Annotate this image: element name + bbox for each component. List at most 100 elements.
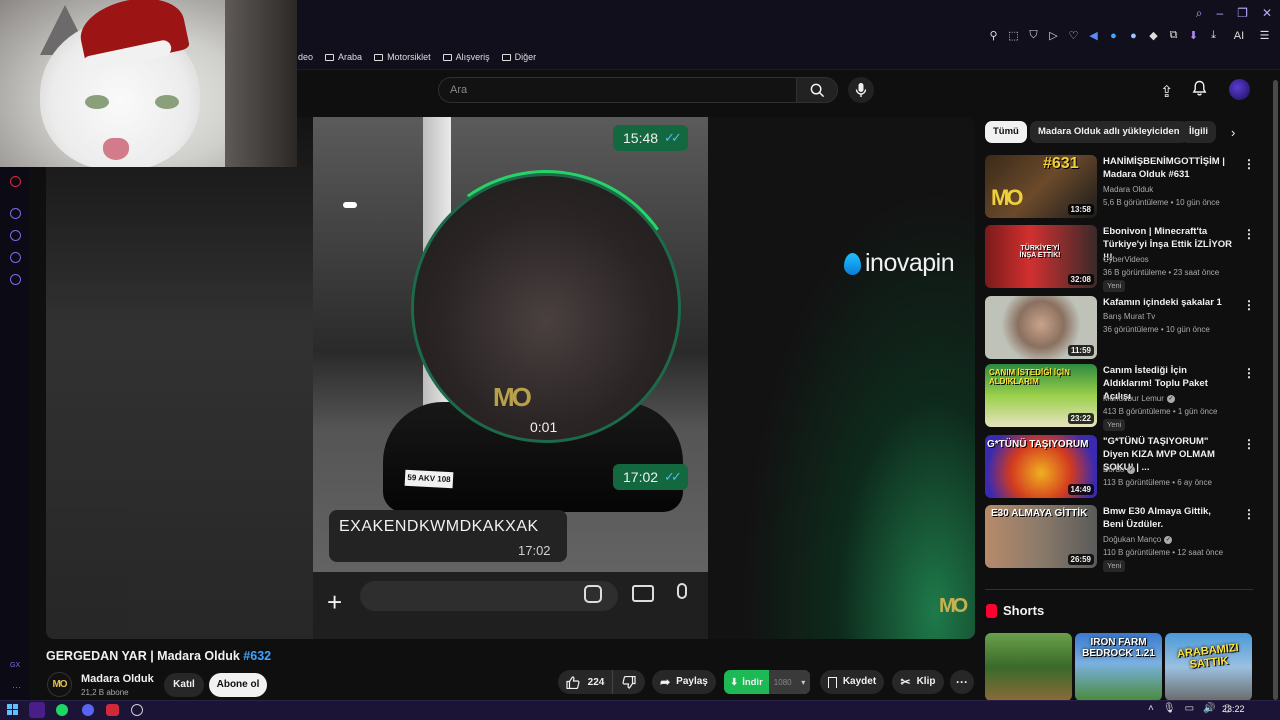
more-vert-icon[interactable]: ⋮ bbox=[1243, 227, 1255, 241]
extension-globe-icon[interactable]: ● bbox=[1108, 30, 1119, 42]
short-thumbnail[interactable] bbox=[985, 633, 1072, 701]
recording-app-taskbar-icon[interactable] bbox=[106, 704, 119, 716]
extensions-sidebar-icon[interactable] bbox=[10, 252, 21, 263]
join-button[interactable]: Katıl bbox=[164, 673, 204, 697]
more-vert-icon[interactable]: ⋮ bbox=[1243, 157, 1255, 171]
more-sidebar-icon[interactable]: ··· bbox=[12, 682, 21, 692]
voice-search-button[interactable] bbox=[848, 77, 874, 103]
bookmark-cut[interactable]: deo bbox=[298, 52, 313, 62]
heart-icon[interactable]: ♡ bbox=[1068, 29, 1079, 42]
channel-avatar[interactable]: MO bbox=[47, 672, 72, 697]
extension-blue-icon[interactable]: ◀ bbox=[1088, 29, 1099, 42]
bookmark-motorsiklet[interactable]: Motorsiklet bbox=[374, 52, 431, 62]
chip-from-uploader[interactable]: Madara Olduk adlı yükleyiciden bbox=[1030, 121, 1188, 143]
play-sidebar-icon[interactable] bbox=[10, 208, 21, 219]
more-vert-icon[interactable]: ⋮ bbox=[1243, 298, 1255, 312]
recommendation-thumbnail[interactable]: G*TÜNÜ TAŞIYORUM 14:49 bbox=[985, 435, 1097, 498]
network-icon[interactable]: ▭ bbox=[1185, 703, 1194, 714]
speaker-icon[interactable]: 🔊 bbox=[1203, 703, 1215, 714]
screenshot-icon[interactable]: ⬚ bbox=[1008, 29, 1019, 42]
like-button[interactable]: 224 bbox=[558, 670, 613, 694]
discord-taskbar-icon[interactable] bbox=[82, 704, 94, 716]
short-thumbnail[interactable]: IRON FARM BEDROCK 1.21 bbox=[1075, 633, 1162, 701]
recommendation-item[interactable]: CANIM İSTEDİĞİ İÇİN ALDIKLARIM 23:22 Can… bbox=[985, 364, 1255, 431]
upload-icon[interactable]: ⇪ bbox=[1160, 82, 1173, 102]
new-badge: Yeni bbox=[1103, 419, 1126, 431]
recommendation-item[interactable]: 11:59 Kafamın içindeki şakalar 1 Barış M… bbox=[985, 296, 1255, 360]
video-player[interactable]: 59 AKV 108 MO 0:01 15:48 ✓✓ 17:02 ✓✓ EXAKE… bbox=[46, 117, 975, 639]
recommendation-channel[interactable]: CyberVideos bbox=[1103, 255, 1149, 264]
recommendation-channel[interactable]: Madara Olduk bbox=[1103, 185, 1153, 194]
ai-sparkle-icon[interactable]: AI bbox=[1228, 30, 1250, 42]
subscribe-button[interactable]: Abone ol bbox=[209, 673, 267, 697]
recommendation-channel[interactable]: Bordo ✓ bbox=[1103, 465, 1136, 474]
bookmark-diger[interactable]: Diğer bbox=[501, 52, 536, 62]
scrollbar-thumb[interactable] bbox=[1273, 80, 1278, 700]
download-quality-select[interactable]: 1080 ▾ bbox=[769, 670, 810, 694]
channel-watermark[interactable]: MO bbox=[939, 595, 968, 618]
recommendation-thumbnail[interactable]: TÜRKİYE'Yİ İNŞA ETTİK! 32:08 bbox=[985, 225, 1097, 288]
chevron-right-icon[interactable]: › bbox=[1231, 125, 1235, 140]
download-label: İndir bbox=[742, 676, 763, 688]
chip-all[interactable]: Tümü bbox=[985, 121, 1027, 143]
spotify-taskbar-icon[interactable] bbox=[56, 704, 68, 716]
recommendation-item[interactable]: G*TÜNÜ TAŞIYORUM 14:49 "G*TÜNÜ TAŞIYORUM… bbox=[985, 435, 1255, 499]
user-avatar[interactable] bbox=[1229, 79, 1250, 100]
obs-taskbar-icon[interactable] bbox=[131, 704, 143, 716]
more-vert-icon[interactable]: ⋮ bbox=[1243, 437, 1255, 451]
search-input[interactable]: Ara bbox=[438, 77, 796, 103]
recommendation-title[interactable]: Kafamın içindeki şakalar 1 bbox=[1103, 296, 1233, 309]
windows-start-icon[interactable] bbox=[7, 704, 18, 715]
close-icon[interactable]: ✕ bbox=[1262, 6, 1272, 21]
recommendation-channel[interactable]: Mendebur Lemur ✓ bbox=[1103, 394, 1175, 403]
gx-icon[interactable]: GX bbox=[10, 662, 20, 669]
opera-gx-taskbar-icon[interactable] bbox=[29, 702, 45, 718]
notifications-bell-icon[interactable] bbox=[1192, 80, 1207, 100]
search-icon[interactable]: ⌕ bbox=[1196, 6, 1203, 21]
recommendation-item[interactable]: MO #631 13:58 HANİMİŞBENİMGOTTİŞİM | Mad… bbox=[985, 155, 1255, 219]
recommendation-thumbnail[interactable]: MO #631 13:58 bbox=[985, 155, 1097, 218]
extension-circle-icon[interactable]: ● bbox=[1128, 30, 1139, 42]
chip-related[interactable]: İlgili bbox=[1181, 121, 1216, 143]
download-icon[interactable]: ⤓ bbox=[1208, 29, 1219, 42]
more-vert-icon[interactable]: ⋮ bbox=[1243, 507, 1255, 521]
search-button[interactable] bbox=[796, 77, 838, 103]
save-button[interactable]: Kaydet bbox=[820, 670, 884, 694]
taskbar-clock[interactable]: 23:22 bbox=[1222, 704, 1245, 714]
recommendation-item[interactable]: TÜRKİYE'Yİ İNŞA ETTİK! 32:08 Ebonivon | … bbox=[985, 225, 1255, 292]
recommendation-thumbnail[interactable]: CANIM İSTEDİĞİ İÇİN ALDIKLARIM 23:22 bbox=[985, 364, 1097, 427]
recommendation-thumbnail[interactable]: E30 ALMAYA GİTTİK 26:59 bbox=[985, 505, 1097, 568]
history-sidebar-icon[interactable] bbox=[10, 230, 21, 241]
youtube-sidebar-icon[interactable] bbox=[10, 176, 21, 187]
dislike-button[interactable] bbox=[613, 670, 645, 694]
bookmark-list: deo Araba Motorsiklet Alışveriş Diğer bbox=[298, 52, 536, 62]
menu-icon[interactable]: ☰ bbox=[1259, 29, 1270, 42]
recommendation-channel[interactable]: Barış Murat Tv bbox=[1103, 312, 1155, 321]
video-title-hashtag[interactable]: #632 bbox=[243, 649, 271, 663]
bookmark-araba[interactable]: Araba bbox=[325, 52, 362, 62]
shield-icon[interactable]: ⛉ bbox=[1028, 29, 1039, 42]
clip-button[interactable]: ✂ Klip bbox=[892, 670, 944, 694]
recommendation-item[interactable]: E30 ALMAYA GİTTİK 26:59 Bmw E30 Almaya G… bbox=[985, 505, 1255, 572]
share-button[interactable]: ➦ Paylaş bbox=[652, 670, 716, 694]
download-button[interactable]: ⬇ İndir bbox=[724, 670, 769, 694]
channel-name[interactable]: Madara Olduk bbox=[81, 673, 154, 685]
restore-icon[interactable]: ❐ bbox=[1237, 6, 1248, 21]
more-actions-button[interactable]: ··· bbox=[950, 670, 974, 694]
pin-icon[interactable]: ⚲ bbox=[988, 29, 999, 42]
puzzle-icon[interactable]: ⧉ bbox=[1168, 29, 1179, 42]
recommendation-channel[interactable]: Doğukan Manço ✓ bbox=[1103, 535, 1173, 544]
recommendation-thumbnail[interactable]: 11:59 bbox=[985, 296, 1097, 359]
recommendation-title[interactable]: Bmw E30 Almaya Gittik, Beni Üzdüler. bbox=[1103, 505, 1233, 531]
settings-sidebar-icon[interactable] bbox=[10, 274, 21, 285]
chevron-up-icon[interactable]: ˄ bbox=[1148, 703, 1154, 714]
extension-diamond-icon[interactable]: ◆ bbox=[1148, 29, 1159, 42]
short-thumbnail[interactable]: ARABAMIZI SATTIK bbox=[1165, 633, 1252, 701]
download-manager-icon[interactable]: ⬇ bbox=[1188, 29, 1199, 42]
play-icon[interactable]: ▷ bbox=[1048, 29, 1059, 42]
more-vert-icon[interactable]: ⋮ bbox=[1243, 366, 1255, 380]
minimize-icon[interactable]: – bbox=[1216, 6, 1223, 21]
recommendation-title[interactable]: HANİMİŞBENİMGOTTİŞİM | Madara Olduk #631 bbox=[1103, 155, 1233, 181]
microphone-tray-icon[interactable]: 🎙 bbox=[1163, 703, 1176, 714]
bookmark-alisveris[interactable]: Alışveriş bbox=[442, 52, 490, 62]
